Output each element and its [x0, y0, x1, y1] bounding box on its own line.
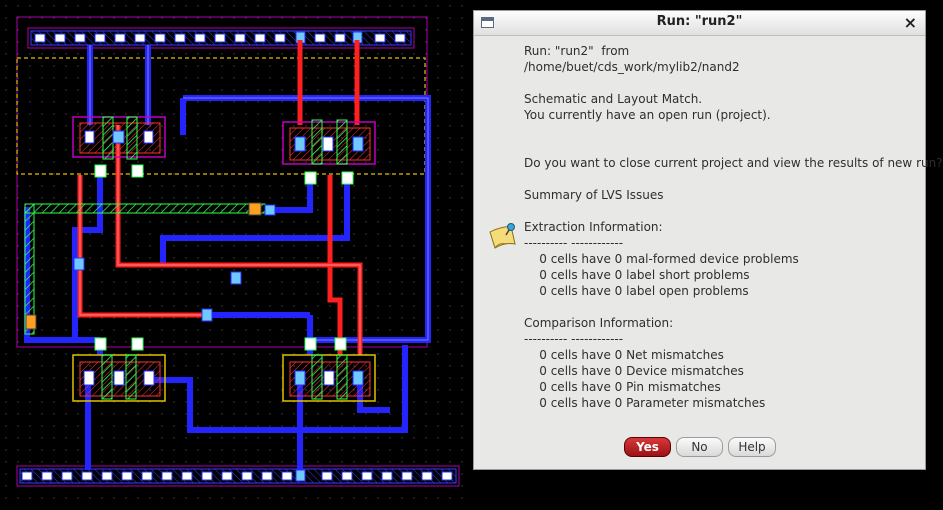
message-line: Schematic and Layout Match.: [524, 92, 703, 106]
message-line: Comparison Information:: [524, 316, 674, 330]
message-line: 0 cells have 0 Pin mismatches: [524, 380, 721, 394]
message-line: [524, 139, 924, 155]
no-button[interactable]: No: [676, 437, 723, 457]
dialog-titlebar[interactable]: Run: "run2" ×: [474, 11, 925, 36]
layout-canvas[interactable]: [0, 0, 470, 506]
message-line: 0 cells have 0 label short problems: [524, 268, 750, 282]
message-line: ---------- ------------: [524, 332, 624, 346]
close-icon[interactable]: ×: [904, 13, 917, 32]
message-line: [524, 203, 924, 219]
message-line: 0 cells have 0 Net mismatches: [524, 348, 724, 362]
info-note-icon: [489, 223, 516, 249]
message-line: Do you want to close current project and…: [524, 156, 943, 170]
message-line: Extraction Information:: [524, 220, 663, 234]
message-line: 0 cells have 0 label open problems: [524, 284, 749, 298]
dialog-message: Run: "run2" from /home/buet/cds_work/myl…: [524, 43, 943, 411]
message-line: [524, 299, 924, 315]
message-line: 0 cells have 0 Device mismatches: [524, 364, 744, 378]
message-line: 0 cells have 0 Parameter mismatches: [524, 396, 766, 410]
message-line: [524, 123, 924, 139]
help-button[interactable]: Help: [728, 437, 776, 457]
message-line: ---------- ------------: [524, 236, 624, 250]
message-line: Run: "run2" from: [524, 44, 630, 58]
lvs-run-dialog: Run: "run2" × Run: "run2" from /home/bue…: [473, 10, 943, 470]
message-line: [524, 75, 924, 91]
message-line: /home/buet/cds_work/mylib2/nand2: [524, 60, 740, 74]
message-line: 0 cells have 0 mal-formed device problem…: [524, 252, 799, 266]
message-line: [524, 171, 924, 187]
yes-button[interactable]: Yes: [624, 437, 671, 457]
dialog-title: Run: "run2": [656, 14, 743, 29]
message-line: Summary of LVS Issues: [524, 188, 664, 202]
message-line: You currently have an open run (project)…: [524, 108, 771, 122]
